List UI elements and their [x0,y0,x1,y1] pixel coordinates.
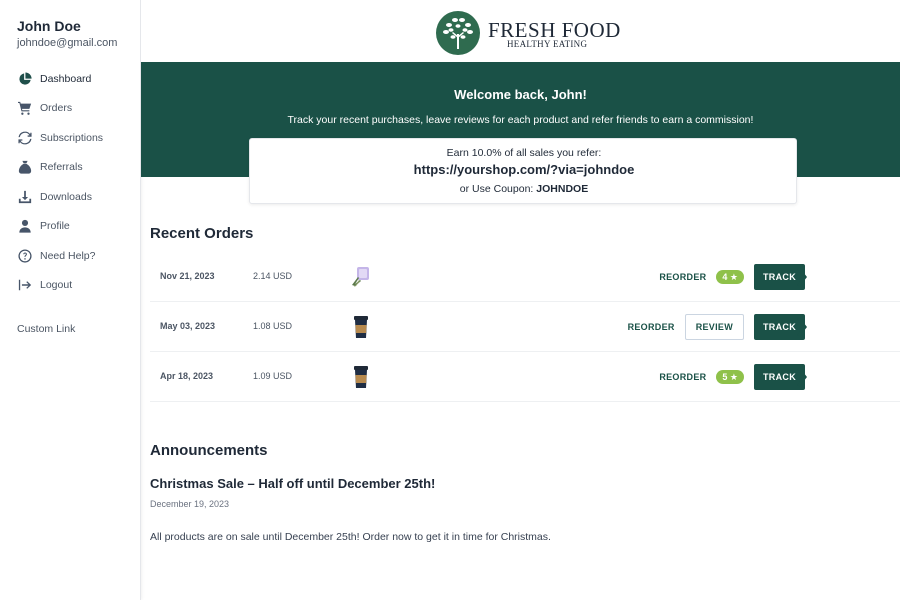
order-date: Nov 21, 2023 [160,271,215,281]
order-price: 1.08 USD [253,321,293,331]
reorder-button[interactable]: REORDER [659,372,706,382]
brand-subtitle: HEALTHY EATING [507,39,588,49]
sidebar: John Doe johndoe@gmail.com Dashboard Ord… [0,0,141,600]
orders-list: Nov 21, 2023 2.14 USD REORDER 4 ★ TRACK … [150,252,900,402]
download-icon [17,189,32,204]
order-actions: REORDER 5 ★ TRACK [659,364,805,390]
announcement-date: December 19, 2023 [150,499,230,509]
sidebar-item-help[interactable]: Need Help? [17,241,137,271]
table-row: Nov 21, 2023 2.14 USD REORDER 4 ★ TRACK [150,252,900,302]
coupon-prefix: or Use Coupon: [459,183,534,195]
lavender-product-icon [352,267,369,287]
order-actions: REORDER REVIEW TRACK [628,314,805,340]
table-row: May 03, 2023 1.08 USD REORDER REVIEW TRA… [150,302,900,352]
announcement-title: Christmas Sale – Half off until December… [150,476,436,491]
reorder-button[interactable]: REORDER [628,322,675,332]
order-date: May 03, 2023 [160,321,216,331]
user-icon [17,219,32,234]
tree-icon [436,11,480,55]
dashboard-icon [17,71,32,86]
sidebar-item-logout[interactable]: Logout [17,271,137,301]
sidebar-item-label: Referrals [40,161,83,174]
user-email: johndoe@gmail.com [17,37,118,49]
user-name: John Doe [17,18,81,34]
sidebar-item-subscriptions[interactable]: Subscriptions [17,123,137,153]
chevron-right-icon[interactable] [794,317,810,337]
logout-icon [17,278,32,293]
money-bag-icon [17,160,32,175]
sidebar-item-label: Need Help? [40,249,96,262]
referral-card: Earn 10.0% of all sales you refer: https… [249,138,797,204]
welcome-title: Welcome back, John! [454,87,587,102]
review-button[interactable]: REVIEW [684,314,744,340]
recent-orders-title: Recent Orders [150,225,254,242]
welcome-subtitle: Track your recent purchases, leave revie… [287,114,754,126]
table-row: Apr 18, 2023 1.09 USD REORDER 5 ★ TRACK [150,352,900,402]
announcement-body: All products are on sale until December … [150,531,551,543]
coupon-code[interactable]: JOHNDOE [536,183,588,195]
sidebar-item-dashboard[interactable]: Dashboard [17,64,137,94]
refresh-icon [17,130,32,145]
coffee-cup-icon [354,366,368,388]
sidebar-item-label: Dashboard [40,72,92,85]
referral-earn-text: Earn 10.0% of all sales you refer: [446,147,602,159]
coffee-cup-icon [354,316,368,338]
rating-badge: 4 ★ [716,270,744,284]
referral-url[interactable]: https://yourshop.com/?via=johndoe [250,162,798,177]
cart-icon [17,101,32,116]
sidebar-nav: Dashboard Orders Subscriptions Referrals… [17,64,137,300]
sidebar-item-label: Logout [40,279,73,292]
sidebar-item-label: Orders [40,102,73,115]
brand-header: FRESH FOOD HEALTHY EATING [141,0,900,62]
help-icon [17,248,32,263]
sidebar-item-profile[interactable]: Profile [17,212,137,242]
chevron-right-icon[interactable] [794,367,810,387]
order-price: 1.09 USD [253,371,293,381]
announcements-title: Announcements [150,442,268,459]
sidebar-item-label: Profile [40,220,70,233]
sidebar-item-downloads[interactable]: Downloads [17,182,137,212]
chevron-right-icon[interactable] [794,267,810,287]
sidebar-item-label: Downloads [40,190,92,203]
sidebar-item-orders[interactable]: Orders [17,94,137,124]
reorder-button[interactable]: REORDER [659,272,706,282]
referral-coupon: or Use Coupon: JOHNDOE [250,183,798,195]
custom-link[interactable]: Custom Link [17,323,75,335]
order-actions: REORDER 4 ★ TRACK [659,264,805,290]
sidebar-item-label: Subscriptions [40,131,104,144]
order-price: 2.14 USD [253,271,293,281]
order-date: Apr 18, 2023 [160,371,214,381]
sidebar-item-referrals[interactable]: Referrals [17,153,137,183]
rating-badge: 5 ★ [716,370,744,384]
